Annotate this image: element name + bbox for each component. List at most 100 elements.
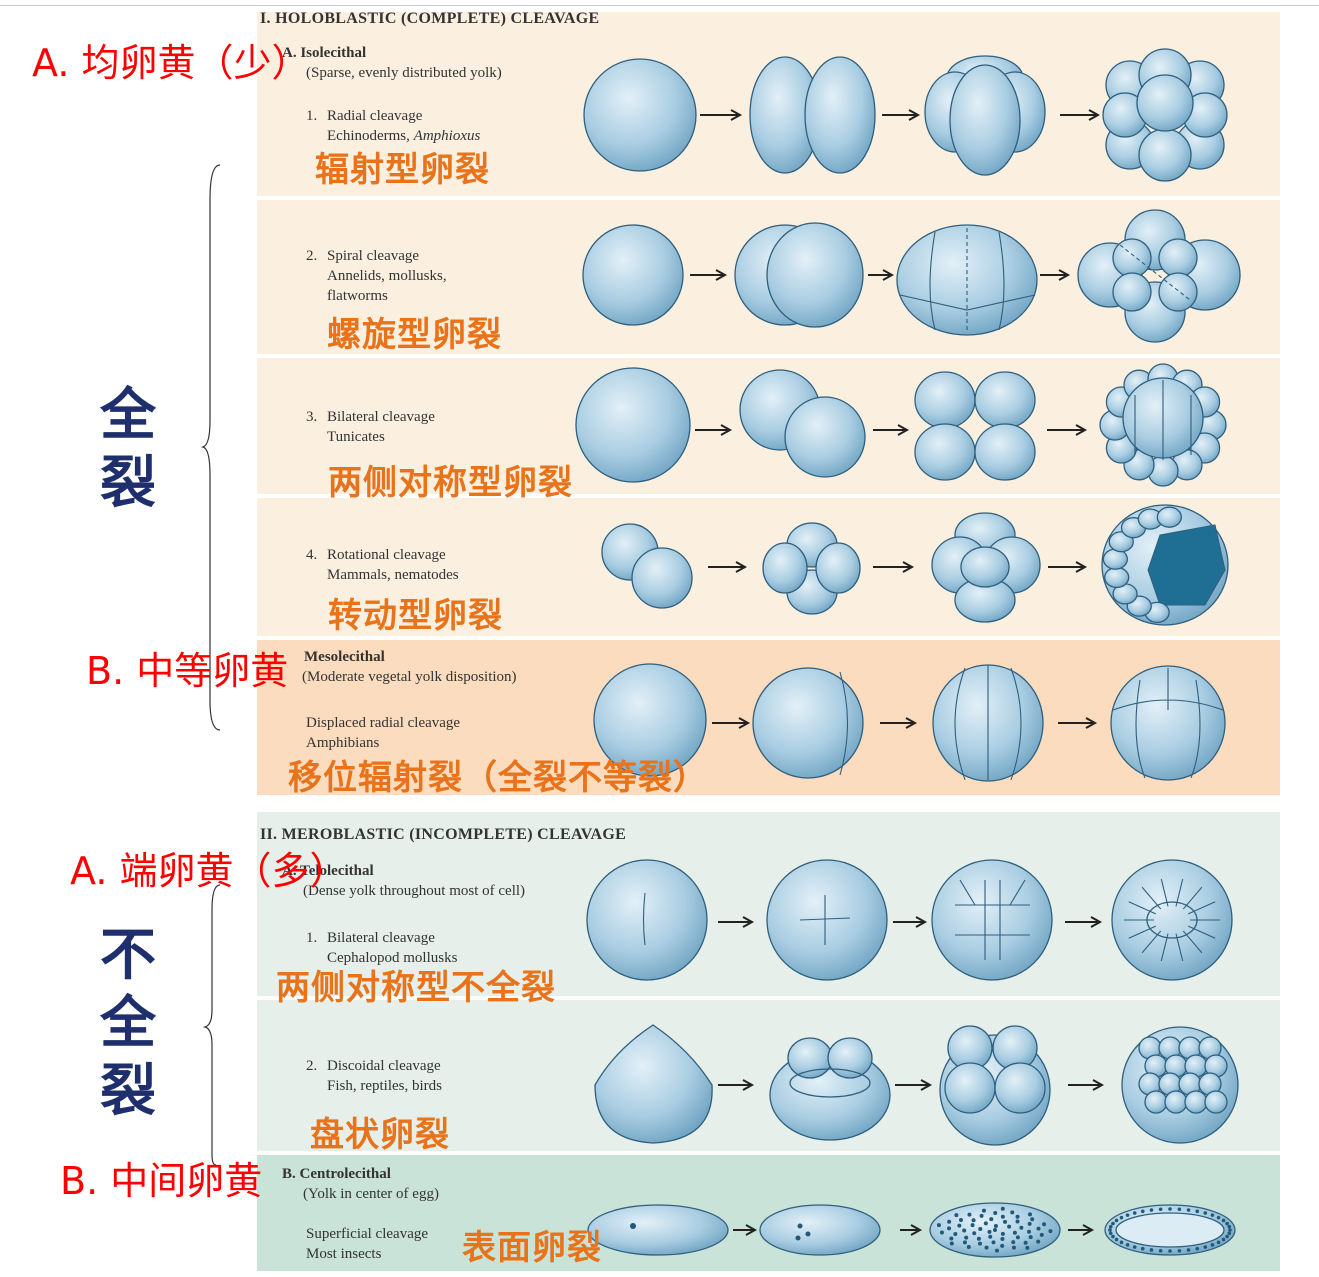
nucleus-dot [1149, 1248, 1154, 1252]
brace-meroblastic [202, 884, 221, 1166]
nucleus-dot [1023, 1240, 1028, 1245]
nucleus-dot [1149, 1208, 1154, 1212]
embryo-cell [762, 542, 808, 594]
nucleus-dot [972, 1231, 977, 1236]
arrow-icon [1065, 916, 1103, 928]
nucleus-dot [1000, 1214, 1005, 1219]
nucleus-dot [983, 1221, 988, 1226]
nucleus-dot [1227, 1231, 1232, 1236]
embryo-cell [994, 1062, 1046, 1114]
nucleus-dot [1132, 1245, 1137, 1249]
nucleus-dot [1027, 1212, 1032, 1217]
nucleus-dot [1012, 1230, 1017, 1235]
row1-name: Radial cleavage [327, 108, 423, 124]
nucleus-dot [1177, 1248, 1182, 1253]
embryo-cell [752, 667, 864, 779]
embryo-cell [949, 64, 1021, 176]
nucleus-dot [1186, 1248, 1191, 1252]
nucleus-dot [958, 1218, 963, 1223]
embryo-illustrations [200, 48, 1241, 1258]
nucleus-dot [805, 1231, 811, 1237]
cn-displaced-radial: 移位辐射裂（全裂不等裂） [288, 758, 708, 798]
arrow-icon [1068, 1224, 1095, 1236]
nucleus-dot [1177, 1207, 1182, 1212]
row8-organisms: Most insects [306, 1246, 382, 1262]
row8-name: Superficial cleavage [306, 1226, 429, 1242]
embryo-cell [1204, 1090, 1228, 1114]
row2-name: Spiral cleavage [327, 248, 420, 264]
annotation-telolecithal: A. 端卵黄（多） [70, 849, 348, 893]
row3-name: Bilateral cleavage [327, 409, 435, 425]
cn-radial: 辐射型卵裂 [315, 150, 490, 190]
nucleus-dot [1195, 1246, 1200, 1251]
nucleus-dot [1168, 1249, 1172, 1253]
embryo-cell [1184, 1090, 1208, 1114]
arrow-icon [893, 916, 928, 928]
mesolecithal-title: Mesolecithal [304, 649, 385, 665]
nucleus-dot [1000, 1231, 1005, 1236]
arrow-icon [873, 561, 915, 573]
nucleus-dot [1125, 1243, 1130, 1247]
nucleus-dot [967, 1212, 972, 1217]
embryo-cell [1156, 506, 1183, 528]
nucleus-dot [1027, 1221, 1032, 1226]
arrow-icon [900, 1224, 923, 1236]
embryo-cell [1136, 74, 1194, 132]
embryo-cell [827, 1037, 873, 1079]
arrow-icon [895, 1079, 933, 1091]
arrow-icon [712, 717, 751, 729]
annotation-holoblastic: 全裂 [100, 383, 156, 516]
nucleus-dot [1011, 1245, 1016, 1250]
cn-superficial: 表面卵裂 [462, 1228, 602, 1268]
nucleus-dot [1042, 1222, 1047, 1227]
nucleus-dot [939, 1230, 944, 1235]
row2-organisms2: flatworms [327, 288, 388, 304]
nucleus-dot [947, 1226, 952, 1231]
nucleus-dot [1111, 1221, 1115, 1226]
arrow-icon [1040, 269, 1071, 281]
nucleus-dot [630, 1223, 636, 1229]
nucleus-dot [1039, 1232, 1044, 1237]
section1-heading: I. HOLOBLASTIC (COMPLETE) CLEAVAGE [260, 10, 600, 27]
nucleus-dot [1168, 1207, 1172, 1211]
nucleus-dot [1119, 1240, 1124, 1245]
nucleus-dot [1010, 1210, 1015, 1215]
nucleus-dot [1216, 1215, 1221, 1220]
nucleus-dot [987, 1229, 992, 1234]
nucleus-dot [1003, 1219, 1008, 1224]
nucleus-dot [989, 1217, 994, 1222]
cn-telo-bilateral: 两侧对称型不全裂 [276, 968, 556, 1008]
mesolecithal-desc: (Moderate vegetal yolk disposition) [302, 669, 517, 685]
nucleus-dot [1030, 1217, 1035, 1222]
nucleus-dot [979, 1213, 984, 1218]
nucleus-dot [1015, 1235, 1020, 1240]
nucleus-dot [981, 1208, 986, 1213]
embryo-cell [1115, 1212, 1225, 1248]
embryo-cell [631, 547, 693, 609]
nucleus-dot [949, 1236, 954, 1241]
nucleus-dot [984, 1245, 989, 1250]
embryo-cell [974, 371, 1036, 429]
nucleus-dot [1114, 1237, 1119, 1242]
nucleus-dot [991, 1240, 996, 1245]
nucleus-dot [976, 1236, 981, 1241]
nucleus-dot [1000, 1243, 1005, 1248]
embryo-cell [931, 859, 1053, 981]
arrow-icon [718, 916, 755, 928]
nucleus-dot [1132, 1211, 1137, 1215]
row4-num: 4. [306, 547, 318, 563]
row7-num: 2. [306, 1058, 318, 1074]
nucleus-dot [1216, 1240, 1221, 1245]
row4-name: Rotational cleavage [327, 547, 446, 563]
arrow-icon [690, 269, 728, 281]
nucleus-dot [964, 1235, 969, 1240]
nucleus-dot [1195, 1209, 1200, 1214]
annotation-isolecithal: A. 均卵黄（少） [32, 41, 310, 85]
nucleus-dot [1000, 1236, 1005, 1241]
nucleus-dot [1210, 1213, 1215, 1217]
nucleus-dot [957, 1223, 962, 1228]
nucleus-dot [994, 1248, 999, 1253]
nucleus-dot [1028, 1235, 1033, 1240]
nucleus-dot [1140, 1246, 1145, 1251]
arrow-icon [873, 424, 910, 436]
